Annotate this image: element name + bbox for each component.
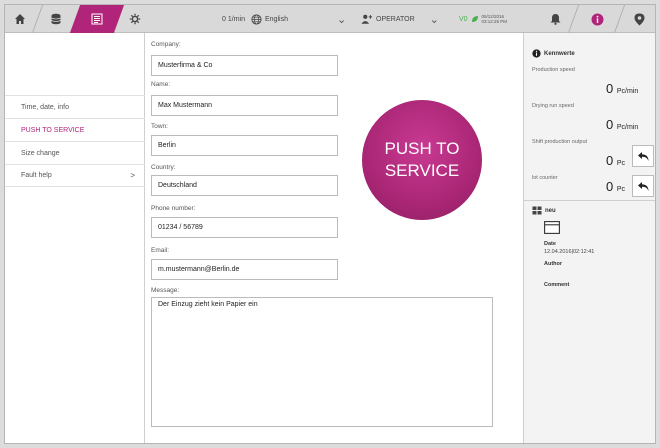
database-button[interactable] — [43, 5, 69, 33]
push-button-line1: PUSH TO — [384, 139, 460, 158]
undo-arrow-icon — [637, 181, 648, 191]
status-code: V0 — [458, 15, 468, 23]
production-speed-readout: 0 Pc/min — [606, 81, 638, 96]
shift-output-readout: 0 Pc — [606, 153, 625, 168]
settings-button[interactable] — [123, 5, 147, 33]
shift-output-label: Shift production output — [532, 139, 588, 145]
push-to-service-button[interactable]: PUSH TO SERVICE — [362, 100, 482, 220]
production-speed-value: 0 — [606, 81, 614, 96]
log-comment-label: Comment — [544, 282, 570, 288]
sidebar-item-size-change[interactable]: Size change — [5, 141, 145, 164]
location-button[interactable] — [627, 5, 651, 33]
sidebar: Time, date, info PUSH TO SERVICE Size ch… — [5, 33, 145, 443]
push-button-line2: SERVICE — [384, 161, 460, 180]
kennwerte-header: Kennwerte — [532, 49, 575, 58]
sidebar-item-push-to-service[interactable]: PUSH TO SERVICE — [5, 118, 145, 141]
log-date-value: 12.04.2016|02:12:41 — [544, 249, 595, 255]
language-select[interactable]: English ⌄ — [251, 5, 361, 33]
message-field[interactable]: Der Einzug zieht kein Papier ein — [151, 297, 493, 427]
grid-icon — [532, 206, 542, 215]
rate-readout: 0 1/min — [222, 15, 245, 23]
top-toolbar: 0 1/min English ⌄ OPERATOR ⌄ V0 05/12/20… — [5, 5, 655, 33]
log-author-label: Author — [544, 261, 563, 267]
shift-output-value: 0 — [606, 153, 614, 168]
home-icon — [15, 14, 25, 24]
sidebar-item-time-date-info[interactable]: Time, date, info — [5, 95, 145, 118]
reset-lot-counter-button[interactable] — [632, 175, 654, 197]
home-button[interactable] — [9, 5, 31, 33]
log-date-label: Date — [544, 241, 556, 247]
town-label: Town: — [151, 123, 168, 130]
country-field[interactable]: Deutschland — [151, 175, 338, 196]
status-area: V0 05/12/2016 03:12:25 PM — [453, 5, 513, 33]
phone-field[interactable]: 01234 / 56789 — [151, 217, 338, 238]
lot-counter-unit: Pc — [616, 186, 626, 193]
info-button[interactable] — [583, 5, 611, 33]
document-icon — [91, 13, 103, 25]
reset-shift-output-button[interactable] — [632, 145, 654, 167]
drying-speed-unit: Pc/min — [616, 124, 639, 131]
production-speed-unit: Pc/min — [616, 88, 639, 95]
sidebar-item-label: Fault help — [21, 172, 52, 179]
email-label: Email: — [151, 247, 170, 254]
log-header: neu — [532, 206, 556, 215]
chevron-right-icon: > — [130, 171, 135, 180]
user-select[interactable]: OPERATOR ⌄ — [361, 5, 451, 33]
email-field[interactable]: m.mustermann@Berlin.de — [151, 259, 338, 280]
production-speed-label: Production speed — [532, 67, 575, 73]
right-panel-divider — [524, 200, 655, 201]
app-window: 0 1/min English ⌄ OPERATOR ⌄ V0 05/12/20… — [4, 4, 656, 444]
log-title: neu — [545, 207, 556, 214]
chevron-down-icon: ⌄ — [336, 13, 347, 26]
shift-output-unit: Pc — [616, 160, 626, 167]
drying-speed-readout: 0 Pc/min — [606, 117, 638, 132]
globe-icon — [251, 13, 262, 25]
sidebar-item-label: Time, date, info — [21, 103, 69, 111]
name-field[interactable]: Max Mustermann — [151, 95, 338, 116]
company-field[interactable]: Musterfirma & Co — [151, 55, 338, 76]
status-time: 03:12:25 PM — [481, 19, 508, 24]
lot-counter-value: 0 — [606, 179, 614, 194]
country-label: Country: — [151, 164, 176, 171]
leaf-icon — [471, 16, 478, 22]
info-icon — [532, 49, 541, 58]
sidebar-item-label: Size change — [21, 149, 60, 157]
map-pin-icon — [634, 13, 644, 25]
sidebar-item-label: PUSH TO SERVICE — [21, 126, 85, 134]
user-icon — [361, 14, 373, 24]
window-icon — [544, 221, 560, 234]
phone-label: Phone number: — [151, 205, 196, 212]
right-panel: Kennwerte Production speed 0 Pc/min Dryi… — [523, 33, 655, 443]
drying-speed-label: Drying run speed — [532, 103, 574, 109]
gear-icon — [129, 13, 141, 25]
document-tab-active[interactable] — [69, 5, 125, 33]
bell-icon — [550, 14, 560, 25]
info-icon — [591, 13, 603, 25]
lot-counter-readout: 0 Pc — [606, 179, 625, 194]
town-field[interactable]: Berlin — [151, 135, 338, 156]
undo-arrow-icon — [637, 151, 648, 161]
drying-speed-value: 0 — [606, 117, 614, 132]
language-label: English — [265, 15, 288, 23]
name-label: Name: — [151, 81, 171, 88]
sidebar-item-fault-help[interactable]: Fault help > — [5, 164, 145, 187]
message-label: Message: — [151, 287, 180, 294]
chevron-down-icon: ⌄ — [429, 13, 439, 26]
company-label: Company: — [151, 41, 181, 48]
database-icon — [51, 13, 61, 25]
kennwerte-title: Kennwerte — [544, 50, 575, 57]
user-label: OPERATOR — [376, 15, 415, 23]
lot-counter-label: lot counter — [532, 175, 558, 181]
notifications-button[interactable] — [543, 5, 567, 33]
